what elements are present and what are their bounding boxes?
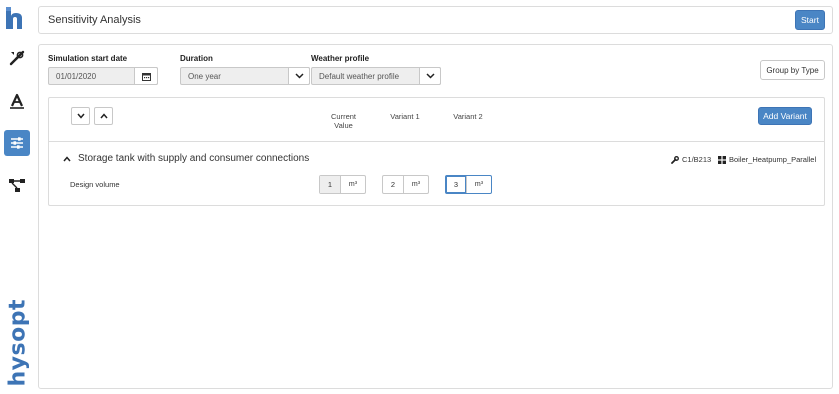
add-variant-button[interactable]: Add Variant bbox=[758, 107, 812, 125]
weather-profile-select[interactable]: Default weather profile bbox=[311, 67, 441, 85]
hysopt-logo-icon[interactable] bbox=[5, 6, 27, 30]
variant-1-field[interactable]: 2 m³ bbox=[382, 175, 429, 194]
component-group-title: Storage tank with supply and consumer co… bbox=[78, 153, 310, 164]
variant-2-input[interactable]: 3 bbox=[446, 176, 467, 193]
calendar-icon bbox=[141, 72, 151, 81]
weather-profile-label: Weather profile bbox=[311, 54, 370, 63]
start-date-value: 01/01/2020 bbox=[56, 71, 97, 81]
component-group-header[interactable]: Storage tank with supply and consumer co… bbox=[63, 153, 309, 164]
group-by-type-button[interactable]: Group by Type bbox=[760, 60, 825, 80]
weather-profile-value: Default weather profile bbox=[319, 71, 400, 81]
column-current-value: Current Value bbox=[321, 112, 366, 130]
sliders-icon bbox=[11, 137, 23, 149]
main-panel: Simulation start date 01/01/2020 Duratio… bbox=[38, 44, 833, 389]
sidebar-item-drawing[interactable] bbox=[4, 88, 30, 114]
variant-1-input[interactable]: 2 bbox=[383, 176, 404, 193]
collapse-all-button[interactable] bbox=[71, 107, 90, 125]
column-variant-1: Variant 1 bbox=[390, 112, 420, 121]
start-date-input[interactable]: 01/01/2020 bbox=[48, 67, 158, 85]
page-header: Sensitivity Analysis Start bbox=[38, 6, 833, 34]
chevron-up-icon bbox=[63, 155, 71, 161]
chevron-down-icon bbox=[294, 73, 304, 79]
column-current-line1: Current bbox=[330, 112, 356, 121]
expand-all-button[interactable] bbox=[94, 107, 113, 125]
duration-select[interactable]: One year bbox=[180, 67, 310, 85]
sidebar-item-design[interactable] bbox=[4, 45, 30, 71]
sidebar: hysopt bbox=[0, 0, 34, 394]
duration-dropdown-toggle[interactable] bbox=[288, 67, 310, 85]
sidebar-item-network[interactable] bbox=[4, 172, 30, 198]
project-reference[interactable]: Boiler_Heatpump_Parallel bbox=[718, 155, 816, 164]
page-title: Sensitivity Analysis bbox=[48, 14, 141, 26]
duration-value: One year bbox=[188, 71, 221, 81]
chevron-down-icon bbox=[76, 113, 85, 119]
drawing-tool-icon bbox=[10, 93, 24, 109]
table-header: Current Value Variant 1 Variant 2 Add Va… bbox=[49, 98, 824, 142]
column-variant-2: Variant 2 bbox=[453, 112, 483, 121]
param-label-design-volume: Design volume bbox=[70, 180, 120, 189]
calendar-button[interactable] bbox=[134, 67, 158, 85]
current-value-unit: m³ bbox=[348, 181, 358, 188]
variant-table: Current Value Variant 1 Variant 2 Add Va… bbox=[48, 97, 825, 206]
variant-2-field[interactable]: 3 m³ bbox=[445, 175, 492, 194]
start-date-label: Simulation start date bbox=[48, 54, 128, 63]
wrench-icon bbox=[671, 155, 679, 164]
weather-dropdown-toggle[interactable] bbox=[419, 67, 441, 85]
variant-2-unit: m³ bbox=[474, 181, 484, 188]
network-diagram-icon bbox=[9, 179, 25, 192]
chevron-up-icon bbox=[99, 113, 108, 119]
component-reference-code: C1/B213 bbox=[682, 155, 712, 164]
grid-icon bbox=[718, 155, 726, 164]
project-name: Boiler_Heatpump_Parallel bbox=[729, 155, 817, 164]
current-value: 1 bbox=[320, 176, 341, 193]
column-current-line2: Value bbox=[334, 121, 353, 130]
variant-1-unit: m³ bbox=[411, 181, 421, 188]
current-value-field: 1 m³ bbox=[319, 175, 366, 194]
sidebar-item-sensitivity[interactable] bbox=[4, 130, 30, 156]
duration-label: Duration bbox=[180, 54, 213, 63]
brand-wordmark: hysopt bbox=[5, 299, 31, 387]
wrench-pencil-icon bbox=[9, 50, 25, 66]
component-reference[interactable]: C1/B213 bbox=[671, 155, 711, 164]
chevron-down-icon bbox=[425, 73, 435, 79]
start-button[interactable]: Start bbox=[795, 10, 825, 30]
